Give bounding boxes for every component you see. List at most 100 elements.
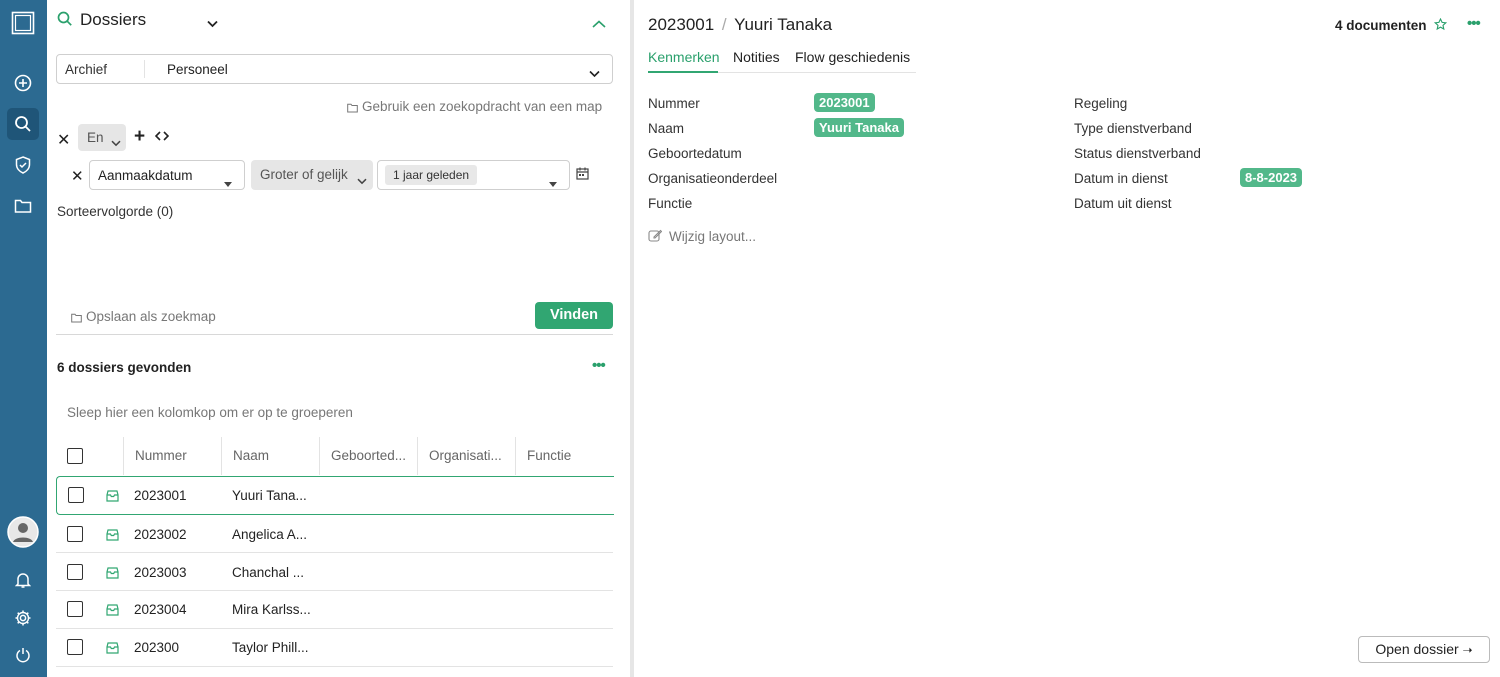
section-divider xyxy=(56,334,613,335)
field-value-naam: Yuuri Tanaka xyxy=(814,118,904,137)
add-icon[interactable] xyxy=(7,67,39,99)
dossier-icon xyxy=(106,566,119,582)
archive-value: Personeel xyxy=(167,62,228,77)
avatar-icon[interactable] xyxy=(7,516,39,548)
filter-field-select[interactable]: Aanmaakdatum xyxy=(89,160,245,190)
tab-kenmerken[interactable]: Kenmerken xyxy=(648,49,720,65)
archive-label: Archief xyxy=(65,62,108,77)
caret-down-icon xyxy=(224,174,232,190)
cell-naam: Chanchal ... xyxy=(232,565,305,580)
archive-divider xyxy=(144,60,145,78)
column-separator xyxy=(123,437,124,475)
logic-operator-select[interactable]: En xyxy=(78,124,126,151)
row-checkbox[interactable] xyxy=(67,564,83,580)
column-separator xyxy=(417,437,418,475)
logic-operator-value: En xyxy=(87,130,104,145)
filter-operator-select[interactable]: Groter of gelijk xyxy=(251,160,373,190)
cell-naam: Yuuri Tana... xyxy=(232,488,307,503)
calendar-icon[interactable] xyxy=(576,167,589,183)
column-separator xyxy=(515,437,516,475)
select-all-checkbox[interactable] xyxy=(67,448,83,464)
tab-notities[interactable]: Notities xyxy=(733,49,780,65)
filter-value-tag: 1 jaar geleden xyxy=(385,165,478,185)
row-divider xyxy=(56,666,613,667)
folder-icon xyxy=(347,100,358,116)
chevron-down-icon[interactable] xyxy=(207,15,218,31)
cell-naam: Taylor Phill... xyxy=(232,640,309,655)
cell-nummer: 202300 xyxy=(134,640,180,655)
more-options-icon[interactable]: ••• xyxy=(592,357,606,374)
open-dossier-button[interactable]: Open dossier ➝ xyxy=(1358,636,1490,663)
column-header-naam[interactable]: Naam xyxy=(233,448,317,463)
field-label-organisatieonderdeel: Organisatieonderdeel xyxy=(648,171,778,186)
detail-panel: 2023001 / Yuuri Tanaka 4 documenten ••• … xyxy=(634,0,1500,677)
filter-value-select[interactable]: 1 jaar geleden xyxy=(377,160,570,190)
tab-flow-geschiedenis[interactable]: Flow geschiedenis xyxy=(795,49,910,65)
save-as-folder-button[interactable]: Opslaan als zoekmap xyxy=(86,309,216,324)
folder-icon[interactable] xyxy=(7,190,39,222)
column-header-nummer[interactable]: Nummer xyxy=(135,448,219,463)
filter-operator-value: Groter of gelijk xyxy=(260,167,348,182)
dossier-icon xyxy=(106,641,119,657)
remove-filter-icon[interactable]: ✕ xyxy=(71,167,84,185)
results-count: 6 dossiers gevonden xyxy=(57,360,192,375)
gear-icon[interactable] xyxy=(7,602,39,634)
find-button[interactable]: Vinden xyxy=(535,302,613,329)
title-separator: / xyxy=(721,15,727,34)
detail-name: Yuuri Tanaka xyxy=(734,15,833,34)
power-icon[interactable] xyxy=(7,639,39,671)
bell-icon[interactable] xyxy=(7,564,39,596)
collapse-icon[interactable] xyxy=(592,15,606,31)
row-divider xyxy=(56,552,613,553)
detail-title: 2023001 / Yuuri Tanaka xyxy=(648,15,832,35)
chevron-down-icon xyxy=(357,172,367,188)
edit-layout-link[interactable]: Wijzig layout... xyxy=(669,229,756,244)
row-checkbox[interactable] xyxy=(67,601,83,617)
code-icon[interactable] xyxy=(154,129,170,145)
field-label-datum-in-dienst: Datum in dienst xyxy=(1074,171,1168,186)
field-label-status-dienstverband: Status dienstverband xyxy=(1074,146,1201,161)
detail-number: 2023001 xyxy=(648,15,715,34)
cell-nummer: 2023003 xyxy=(134,565,187,580)
field-value-nummer: 2023001 xyxy=(814,93,875,112)
star-icon[interactable] xyxy=(1433,17,1448,34)
chevron-down-icon xyxy=(111,134,121,150)
field-label-regeling: Regeling xyxy=(1074,96,1128,111)
add-condition-icon[interactable]: + xyxy=(134,127,145,146)
navigation-rail xyxy=(0,0,47,677)
use-query-link[interactable]: Gebruik een zoekopdracht van een map xyxy=(362,99,602,114)
cell-nummer: 2023002 xyxy=(134,527,187,542)
active-tab-indicator xyxy=(648,71,718,73)
search-panel: Dossiers Archief Personeel Gebruik een z… xyxy=(47,0,630,677)
archive-select[interactable]: Archief Personeel xyxy=(56,54,613,84)
filter-field-value: Aanmaakdatum xyxy=(98,168,193,183)
search-icon[interactable] xyxy=(7,108,39,140)
search-title[interactable]: Dossiers xyxy=(80,10,146,30)
remove-group-icon[interactable]: ✕ xyxy=(57,130,70,150)
app-logo-icon[interactable] xyxy=(7,7,39,39)
dossier-icon xyxy=(106,528,119,544)
field-label-geboortedatum: Geboortedatum xyxy=(648,146,742,161)
dossier-icon xyxy=(106,489,119,505)
more-options-icon[interactable]: ••• xyxy=(1467,15,1481,32)
chevron-down-icon xyxy=(589,65,600,81)
field-label-naam: Naam xyxy=(648,121,685,136)
column-header-functie[interactable]: Functie xyxy=(527,448,611,463)
row-checkbox[interactable] xyxy=(67,526,83,542)
shield-icon[interactable] xyxy=(7,149,39,181)
row-divider xyxy=(56,590,613,591)
row-checkbox[interactable] xyxy=(68,487,84,503)
group-by-hint: Sleep hier een kolomkop om er op te groe… xyxy=(67,405,353,420)
arrow-right-icon: ➝ xyxy=(1462,643,1473,657)
cell-nummer: 2023004 xyxy=(134,602,187,617)
column-separator xyxy=(319,437,320,475)
column-header-geboortedatum[interactable]: Geboorted... xyxy=(331,448,415,463)
documents-count[interactable]: 4 documenten xyxy=(1335,18,1427,33)
cell-nummer: 2023001 xyxy=(134,488,187,503)
column-header-organisatie[interactable]: Organisati... xyxy=(429,448,513,463)
field-label-datum-uit-dienst: Datum uit dienst xyxy=(1074,196,1172,211)
field-value-datum-in-dienst: 8-8-2023 xyxy=(1240,168,1303,187)
column-separator xyxy=(221,437,222,475)
row-checkbox[interactable] xyxy=(67,639,83,655)
sort-order-label[interactable]: Sorteervolgorde (0) xyxy=(57,204,173,219)
